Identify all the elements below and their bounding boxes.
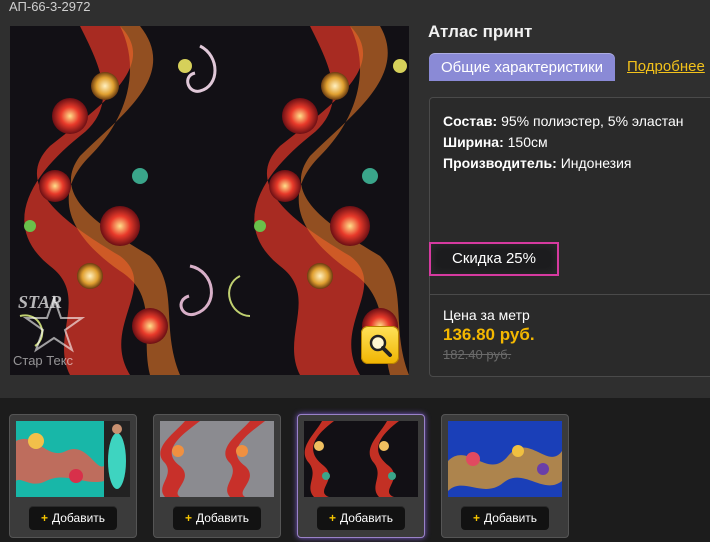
spec-label: Состав: <box>443 113 498 129</box>
thumbnail-image[interactable] <box>448 421 562 497</box>
thumbnail-image[interactable] <box>160 421 274 497</box>
zoom-button[interactable] <box>361 326 399 364</box>
plus-icon: + <box>184 511 192 525</box>
add-button-label: Добавить <box>195 511 250 525</box>
spec-manufacturer: Производитель: Индонезия <box>443 155 632 171</box>
add-button[interactable]: + Добавить <box>173 506 261 530</box>
spec-value: Индонезия <box>560 155 632 171</box>
discount-badge: Скидка 25% <box>429 242 559 276</box>
product-main-image[interactable]: STAR Стар Текс <box>10 26 409 375</box>
svg-text:STAR: STAR <box>18 292 62 312</box>
price-label: Цена за метр <box>443 307 530 323</box>
add-button[interactable]: + Добавить <box>29 506 117 530</box>
thumbnail-image[interactable] <box>304 421 418 497</box>
top-bar: АП-66-3-2972 <box>0 0 710 14</box>
product-title: Атлас принт <box>428 22 533 41</box>
spec-composition: Состав: 95% полиэстер, 5% эластан <box>443 113 683 129</box>
thumbnail-image[interactable] <box>16 421 130 497</box>
spec-value: 150см <box>507 134 548 150</box>
article-number: АП-66-3-2972 <box>9 0 91 14</box>
tab-details-link[interactable]: Подробнее <box>627 58 705 75</box>
add-button-label: Добавить <box>51 511 106 525</box>
spec-value: 95% полиэстер, 5% эластан <box>501 113 684 129</box>
old-price: 182.40 руб. <box>443 347 512 362</box>
thumbnail-card[interactable]: + Добавить <box>441 414 569 538</box>
watermark-text: Стар Текс <box>13 353 74 368</box>
spec-width: Ширина: 150см <box>443 134 548 150</box>
current-price: 136.80 руб. <box>443 325 535 344</box>
plus-icon: + <box>328 511 336 525</box>
spec-label: Производитель: <box>443 155 557 171</box>
add-button-label: Добавить <box>483 511 538 525</box>
thumbnail-card-selected[interactable]: + Добавить <box>297 414 425 538</box>
thumbnail-card[interactable]: + Добавить <box>9 414 137 538</box>
tab-general-characteristics[interactable]: Общие характеристики <box>429 53 616 81</box>
spec-label: Ширина: <box>443 134 504 150</box>
divider <box>430 294 710 295</box>
thumbnail-card[interactable]: + Добавить <box>153 414 281 538</box>
plus-icon: + <box>40 511 48 525</box>
add-button-label: Добавить <box>339 511 394 525</box>
add-button[interactable]: + Добавить <box>461 506 549 530</box>
add-button[interactable]: + Добавить <box>317 506 405 530</box>
magnifier-icon <box>369 334 392 357</box>
plus-icon: + <box>472 511 480 525</box>
